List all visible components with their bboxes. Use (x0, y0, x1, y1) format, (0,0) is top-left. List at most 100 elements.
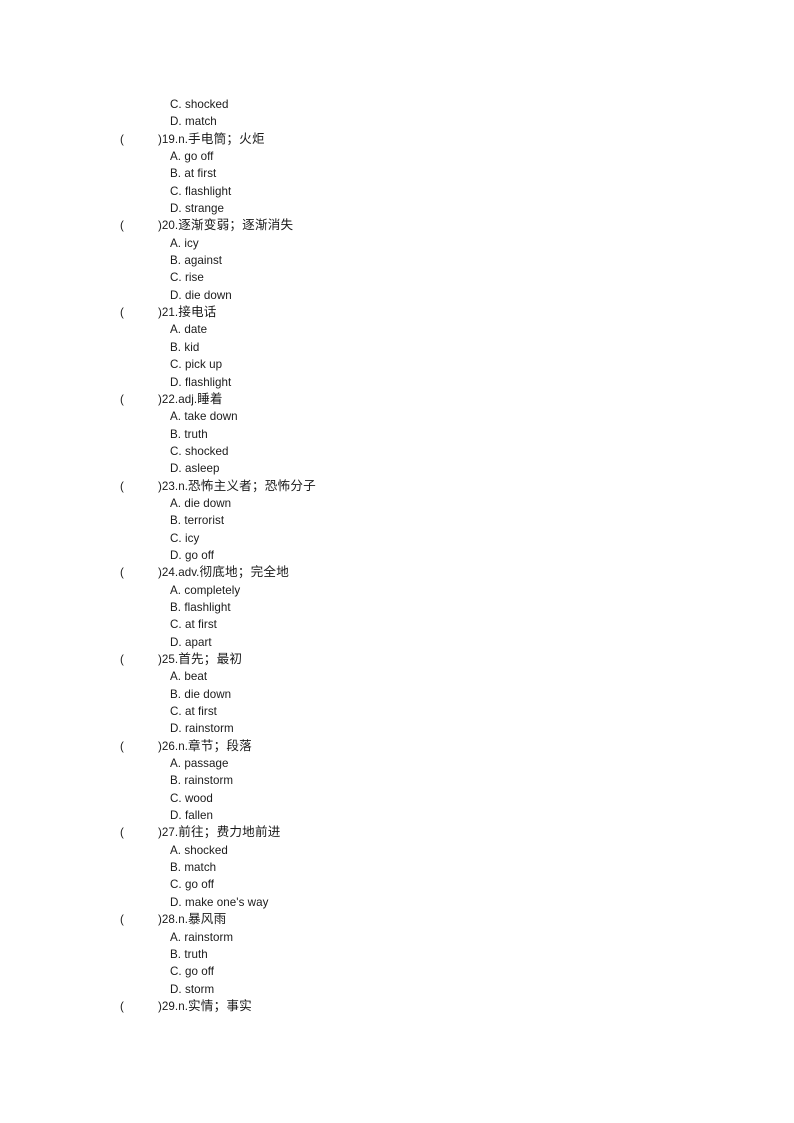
option-letter: A. (170, 843, 182, 857)
option-line[interactable]: D. apart (0, 634, 794, 651)
question-block: ()25.首先；最初 A. beat B. die down C. at first D… (0, 651, 794, 738)
option-line[interactable]: A. beat (0, 668, 794, 685)
option-line[interactable]: A. completely (0, 582, 794, 599)
answer-blank-paren-open[interactable]: ( (120, 824, 158, 841)
question-prompt-line[interactable]: ()26.n.章节；段落 (0, 738, 794, 755)
answer-blank-paren-open[interactable]: ( (120, 911, 158, 928)
option-line[interactable]: C. pick up (0, 356, 794, 373)
answer-blank-paren-open[interactable]: ( (120, 651, 158, 668)
question-prompt-line[interactable]: ()23.n.恐怖主义者；恐怖分子 (0, 478, 794, 495)
answer-blank-paren-open[interactable]: ( (120, 564, 158, 581)
option-line[interactable]: B. die down (0, 686, 794, 703)
option-line[interactable]: C. icy (0, 530, 794, 547)
question-prompt-line[interactable]: ()27.前往；费力地前进 (0, 824, 794, 841)
answer-blank-paren-open[interactable]: ( (120, 738, 158, 755)
option-letter: A. (170, 930, 182, 944)
option-line[interactable]: D. strange (0, 200, 794, 217)
option-letter: C. (170, 965, 182, 979)
option-line[interactable]: A. passage (0, 755, 794, 772)
option-letter: A. (170, 150, 182, 164)
option-line[interactable]: B. against (0, 252, 794, 269)
question-block: ()21.接电话 A. date B. kid C. pick up D. flashl… (0, 304, 794, 391)
answer-blank-paren-open[interactable]: ( (120, 304, 158, 321)
option-line[interactable]: B. at first (0, 165, 794, 182)
option-line[interactable]: A. die down (0, 495, 794, 512)
question-prompt-line[interactable]: ()22.adj.睡着 (0, 391, 794, 408)
option-line[interactable]: B. kid (0, 339, 794, 356)
question-prompt-line[interactable]: ()19.n.手电筒；火炬 (0, 131, 794, 148)
option-text: die down (184, 687, 232, 701)
option-line[interactable]: A. icy (0, 235, 794, 252)
question-prompt-line[interactable]: ()21.接电话 (0, 304, 794, 321)
answer-blank-paren-open[interactable]: ( (120, 391, 158, 408)
option-line[interactable]: C. flashlight (0, 183, 794, 200)
option-line[interactable]: C. at first (0, 703, 794, 720)
option-letter: A. (170, 757, 182, 771)
option-letter: A. (170, 670, 182, 684)
question-block: ()27.前往；费力地前进 A. shocked B. match C. go off… (0, 824, 794, 911)
question-block: ()22.adj.睡着 A. take down B. truth C. shocke… (0, 391, 794, 478)
option-line[interactable]: A. shocked (0, 842, 794, 859)
question-prompt-line[interactable]: ()29.n.实情；事实 (0, 998, 794, 1015)
option-text: fallen (184, 809, 214, 823)
option-line[interactable]: B. match (0, 859, 794, 876)
option-text: passage (184, 757, 229, 771)
option-letter: C. (170, 98, 182, 111)
option-text: make one's way (184, 895, 269, 909)
option-text: storm (184, 982, 215, 996)
option-line[interactable]: B. rainstorm (0, 772, 794, 789)
option-line[interactable]: C. at first (0, 616, 794, 633)
question-block: ()28.n.暴风雨 A. rainstorm B. truth C. go off D… (0, 911, 794, 998)
question-block: ()26.n.章节；段落 A. passage B. rainstorm C. woo… (0, 738, 794, 825)
answer-blank-paren-open[interactable]: ( (120, 217, 158, 234)
option-line[interactable]: D. make one's way (0, 894, 794, 911)
option-line[interactable]: C. rise (0, 269, 794, 286)
option-line[interactable]: A. go off (0, 148, 794, 165)
option-line[interactable]: A. date (0, 321, 794, 338)
answer-blank-paren-open[interactable]: ( (120, 478, 158, 495)
option-line[interactable]: C. go off (0, 963, 794, 980)
option-text: shocked (184, 98, 229, 111)
option-line[interactable]: D. asleep (0, 460, 794, 477)
answer-blank-paren-open[interactable]: ( (120, 131, 158, 148)
question-block: ()20.逐渐变弱；逐渐消失 A. icy B. against C. rise D. … (0, 217, 794, 304)
option-line[interactable]: C. wood (0, 790, 794, 807)
option-line[interactable]: B. flashlight (0, 599, 794, 616)
question-chinese-meaning: 暴风雨 (187, 912, 227, 927)
option-text: die down (184, 496, 232, 510)
option-letter: D. (170, 982, 182, 996)
option-line[interactable]: D. go off (0, 547, 794, 564)
option-line[interactable]: A. rainstorm (0, 929, 794, 946)
option-text: kid (184, 340, 200, 354)
question-chinese-meaning: 睡着 (197, 391, 223, 406)
option-letter: B. (170, 774, 182, 788)
option-text: rainstorm (184, 930, 234, 944)
option-letter: D. (170, 895, 182, 909)
option-letter: A. (170, 236, 182, 250)
question-prompt-line[interactable]: ()25.首先；最初 (0, 651, 794, 668)
option-letter: A. (170, 410, 182, 424)
option-letter: D. (170, 202, 182, 216)
option-line[interactable]: B. truth (0, 426, 794, 443)
option-line[interactable]: C. shocked (0, 96, 794, 113)
answer-blank-paren-open[interactable]: ( (120, 998, 158, 1015)
option-letter: C. (170, 791, 182, 805)
option-line[interactable]: D. fallen (0, 807, 794, 824)
option-text: match (184, 115, 217, 129)
question-prompt-line[interactable]: ()20.逐渐变弱；逐渐消失 (0, 217, 794, 234)
option-line[interactable]: D. match (0, 113, 794, 130)
option-line[interactable]: A. take down (0, 408, 794, 425)
question-number: 25. (161, 653, 179, 666)
question-prompt-line[interactable]: ()28.n.暴风雨 (0, 911, 794, 928)
option-line[interactable]: B. truth (0, 946, 794, 963)
option-line[interactable]: D. storm (0, 981, 794, 998)
option-line[interactable]: C. go off (0, 876, 794, 893)
option-line[interactable]: B. terrorist (0, 512, 794, 529)
option-line[interactable]: D. rainstorm (0, 720, 794, 737)
part-of-speech: adj. (178, 392, 198, 406)
option-line[interactable]: D. flashlight (0, 374, 794, 391)
option-line[interactable]: C. shocked (0, 443, 794, 460)
question-prompt-line[interactable]: ()24.adv.彻底地；完全地 (0, 564, 794, 581)
option-line[interactable]: D. die down (0, 287, 794, 304)
option-text: asleep (184, 462, 220, 476)
